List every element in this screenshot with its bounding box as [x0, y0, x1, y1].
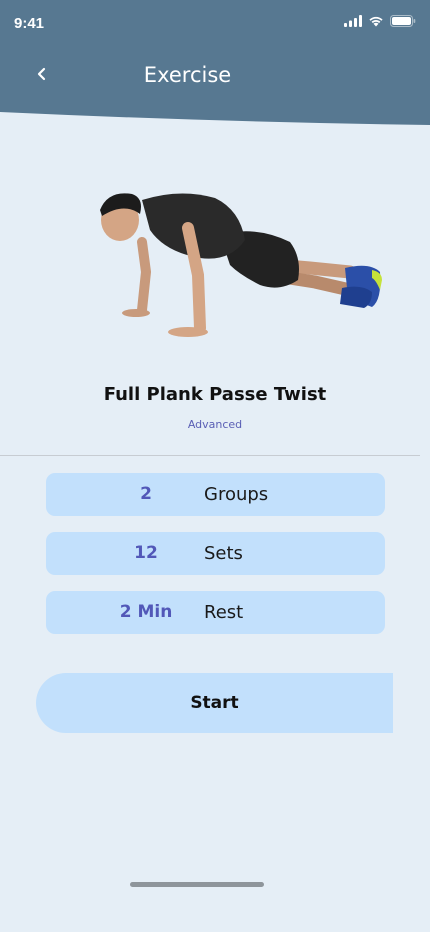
status-icons [344, 15, 416, 27]
stat-row-groups: 2 Groups [46, 473, 385, 516]
exercise-level-badge: Advanced [187, 418, 243, 431]
stat-value: 2 [140, 484, 152, 504]
start-button[interactable]: Start [36, 673, 393, 733]
cellular-signal-icon [344, 15, 362, 27]
stat-label: Rest [204, 602, 244, 623]
stat-value: 2 Min [119, 602, 173, 622]
page-title: Exercise [143, 63, 232, 87]
status-time: 9:41 [14, 15, 45, 32]
exercise-illustration [80, 180, 390, 350]
stat-row-sets: 12 Sets [46, 532, 385, 575]
stat-value: 12 [134, 543, 158, 563]
status-bar: 9:41 [0, 0, 430, 46]
wifi-icon [369, 16, 383, 27]
stat-label: Groups [204, 484, 269, 505]
stat-row-rest: 2 Min Rest [46, 591, 385, 634]
divider [0, 455, 420, 456]
home-indicator [130, 882, 264, 887]
stat-label: Sets [204, 543, 243, 564]
battery-icon [390, 15, 416, 27]
exercise-name: Full Plank Passe Twist [103, 384, 327, 405]
